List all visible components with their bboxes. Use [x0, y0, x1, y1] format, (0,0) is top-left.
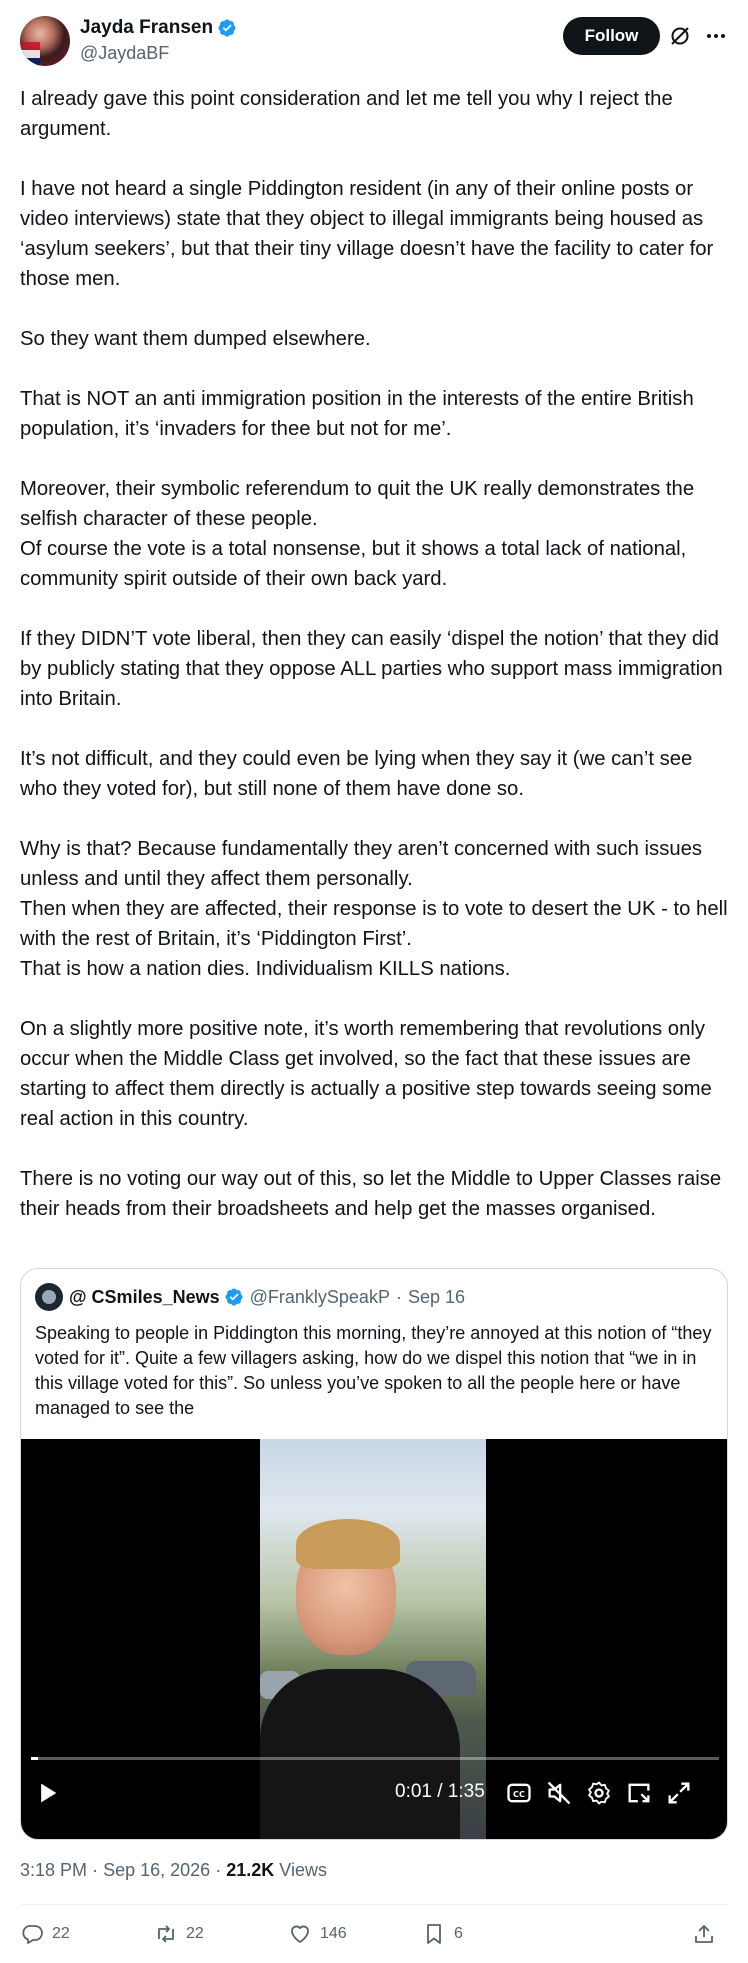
tweet-paragraph: It’s not difficult, and they could even … [20, 748, 693, 800]
quote-separator: · [395, 1286, 402, 1307]
share-icon [695, 1925, 713, 1943]
grok-icon[interactable] [668, 24, 692, 48]
captions-icon[interactable]: CC [505, 1779, 533, 1807]
fullscreen-icon[interactable] [665, 1779, 693, 1807]
heart-icon [291, 1925, 309, 1943]
share-button[interactable] [692, 1918, 716, 1950]
tweet-text: I already gave this point consideration … [20, 84, 732, 1224]
play-icon[interactable] [33, 1779, 61, 1807]
tweet-paragraph: Moreover, their symbolic referendum to q… [20, 478, 695, 530]
repost-icon [158, 1925, 174, 1943]
tweet-paragraph: If they DIDN’T vote liberal, then they c… [20, 628, 723, 710]
svg-text:CC: CC [513, 1789, 525, 1799]
tweet-timestamp: 3:18 PM · Sep 16, 2026 · 21.2K Views [20, 1860, 327, 1881]
bookmark-icon [427, 1924, 441, 1944]
bookmark-button[interactable]: 6 [422, 1918, 463, 1950]
views-label: Views [279, 1860, 327, 1880]
tweet-paragraph: So they want them dumped elsewhere. [20, 328, 371, 350]
tweet-paragraph: Of course the vote is a total nonsense, … [20, 538, 687, 590]
quote-header: @ CSmiles_News @FranklySpeakP · Sep 16 [35, 1283, 465, 1311]
tweet-paragraph: Then when they are affected, their respo… [20, 898, 728, 950]
tweet-paragraph: I have not heard a single Piddington res… [20, 178, 714, 290]
tweet-paragraph: I already gave this point consideration … [20, 88, 673, 140]
tweet-date[interactable]: Sep 16, 2026 [103, 1860, 210, 1880]
action-bar: 22 22 146 6 [20, 1918, 728, 1950]
mute-icon[interactable] [545, 1779, 573, 1807]
tweet-time[interactable]: 3:18 PM [20, 1860, 87, 1880]
tweet-paragraph: There is no voting our way out of this, … [20, 1168, 722, 1220]
tweet-paragraph: On a slightly more positive note, it’s w… [20, 1018, 712, 1130]
tweet-header: Jayda Fransen @JaydaBF Follow [20, 14, 728, 70]
views-count: 21.2K [226, 1860, 275, 1880]
quote-text: Speaking to people in Piddington this mo… [35, 1323, 712, 1418]
repost-button[interactable]: 22 [154, 1918, 204, 1950]
video-progress-bar[interactable] [31, 1757, 719, 1760]
video-player[interactable]: 0:01 / 1:35 CC [21, 1439, 727, 1839]
author-name[interactable]: Jayda Fransen [80, 17, 213, 39]
video-time: 0:01 / 1:35 [395, 1781, 485, 1802]
bookmark-count: 6 [454, 1925, 463, 1942]
tweet-paragraph: That is NOT an anti immigration position… [20, 388, 694, 440]
quote-tweet-card[interactable]: @ CSmiles_News @FranklySpeakP · Sep 16 S… [20, 1268, 728, 1840]
meta-separator: · [215, 1860, 222, 1880]
quote-author-name[interactable]: @ CSmiles_News [69, 1287, 220, 1308]
follow-button[interactable]: Follow [563, 17, 660, 55]
flag-badge [20, 42, 40, 66]
divider [20, 1904, 728, 1905]
author-block: Jayda Fransen @JaydaBF [80, 17, 237, 64]
quote-avatar[interactable] [35, 1283, 63, 1311]
video-controls: 0:01 / 1:35 CC [21, 1775, 727, 1815]
author-name-row[interactable]: Jayda Fransen [80, 17, 237, 39]
reply-icon [22, 1925, 43, 1944]
author-avatar[interactable] [20, 16, 70, 66]
like-button[interactable]: 146 [288, 1918, 347, 1950]
author-handle[interactable]: @JaydaBF [80, 43, 237, 64]
repost-count: 22 [186, 1925, 204, 1942]
video-progress-fill [31, 1757, 38, 1760]
quote-date[interactable]: Sep 16 [408, 1287, 465, 1308]
meta-separator: · [92, 1860, 99, 1880]
pip-icon[interactable] [625, 1779, 653, 1807]
reply-count: 22 [52, 1925, 70, 1942]
reply-button[interactable]: 22 [20, 1918, 70, 1950]
verified-icon [218, 19, 236, 37]
tweet-paragraph: That is how a nation dies. Individualism… [20, 958, 511, 980]
more-icon[interactable] [704, 24, 728, 48]
like-count: 146 [320, 1925, 347, 1942]
verified-icon [225, 1288, 243, 1306]
tweet-page: Jayda Fransen @JaydaBF Follow I already … [0, 0, 748, 1963]
settings-icon[interactable] [585, 1779, 613, 1807]
quote-author-handle[interactable]: @FranklySpeakP [250, 1287, 390, 1308]
tweet-paragraph: Why is that? Because fundamentally they … [20, 838, 703, 890]
